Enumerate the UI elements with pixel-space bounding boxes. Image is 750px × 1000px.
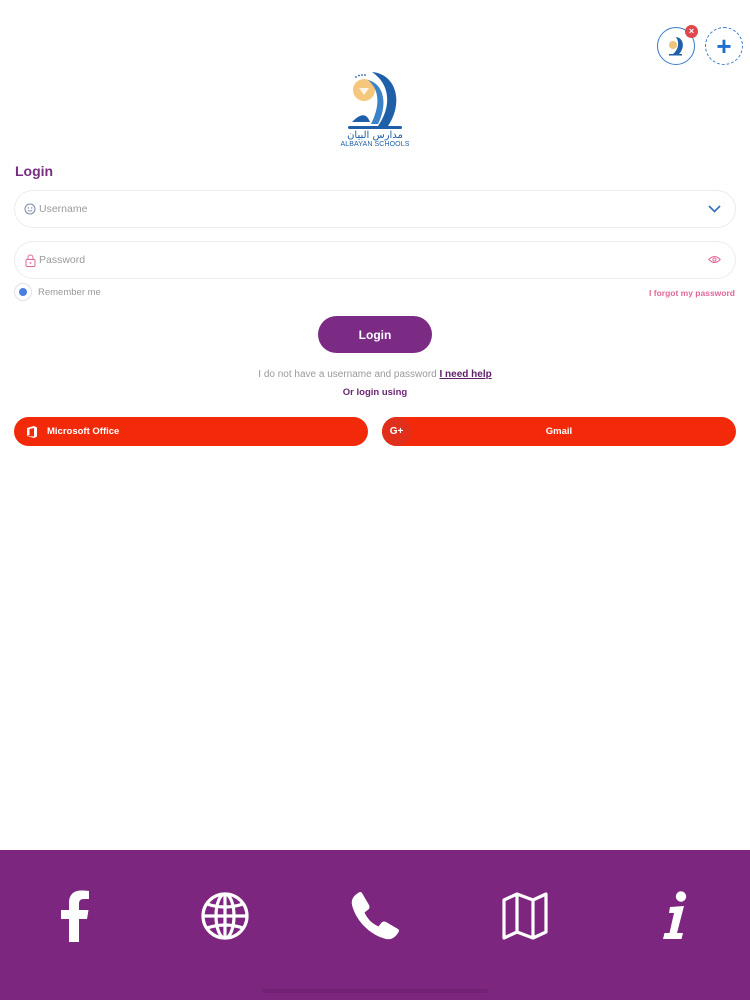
remember-me-radio[interactable] bbox=[14, 283, 32, 301]
username-field-container bbox=[14, 190, 736, 228]
gmail-login-button[interactable]: G+ Gmail bbox=[382, 417, 736, 446]
login-title: Login bbox=[15, 163, 54, 179]
or-login-using-text: Or login using bbox=[342, 387, 408, 398]
password-field-container bbox=[14, 241, 736, 279]
chevron-down-icon[interactable] bbox=[708, 200, 721, 218]
need-help-link[interactable]: I need help bbox=[440, 369, 492, 380]
account-switcher: × + bbox=[657, 25, 743, 65]
phone-icon[interactable] bbox=[348, 889, 402, 943]
map-icon[interactable] bbox=[498, 889, 552, 943]
remember-me-label: Remember me bbox=[38, 286, 101, 298]
footer-bar bbox=[0, 850, 750, 1000]
password-input[interactable] bbox=[39, 254, 708, 266]
logo-english-text: ALBAYAN SCHOOLS bbox=[340, 141, 410, 148]
forgot-password-link[interactable]: I forgot my password bbox=[649, 288, 735, 298]
login-button[interactable]: Login bbox=[318, 316, 432, 353]
lock-icon bbox=[23, 253, 37, 267]
add-account-button[interactable]: + bbox=[705, 27, 743, 65]
radio-dot bbox=[19, 288, 27, 296]
microsoft-office-login-button[interactable]: Microsoft Office bbox=[14, 417, 368, 446]
help-line: I do not have a username and password I … bbox=[0, 369, 750, 380]
facebook-icon[interactable] bbox=[48, 889, 102, 943]
office-icon bbox=[25, 425, 39, 439]
google-plus-icon: G+ bbox=[382, 417, 411, 446]
eye-icon[interactable] bbox=[708, 251, 721, 269]
globe-icon[interactable] bbox=[198, 889, 252, 943]
school-logo-icon bbox=[669, 37, 683, 56]
help-text: I do not have a username and password bbox=[258, 369, 437, 380]
remember-me-toggle[interactable]: Remember me bbox=[14, 283, 101, 301]
user-icon bbox=[23, 202, 37, 216]
logo-arabic-text: مدارس البيان bbox=[347, 130, 403, 141]
school-account-avatar[interactable]: × bbox=[657, 25, 698, 65]
remove-account-icon[interactable]: × bbox=[685, 25, 698, 38]
microsoft-office-label: Microsoft Office bbox=[47, 426, 120, 437]
albayan-logo-icon bbox=[348, 72, 402, 129]
home-indicator bbox=[262, 989, 488, 993]
gmail-label: Gmail bbox=[545, 426, 573, 437]
school-logo: مدارس البيان ALBAYAN SCHOOLS bbox=[0, 68, 750, 148]
username-input[interactable] bbox=[39, 203, 708, 215]
info-icon[interactable] bbox=[648, 889, 702, 943]
